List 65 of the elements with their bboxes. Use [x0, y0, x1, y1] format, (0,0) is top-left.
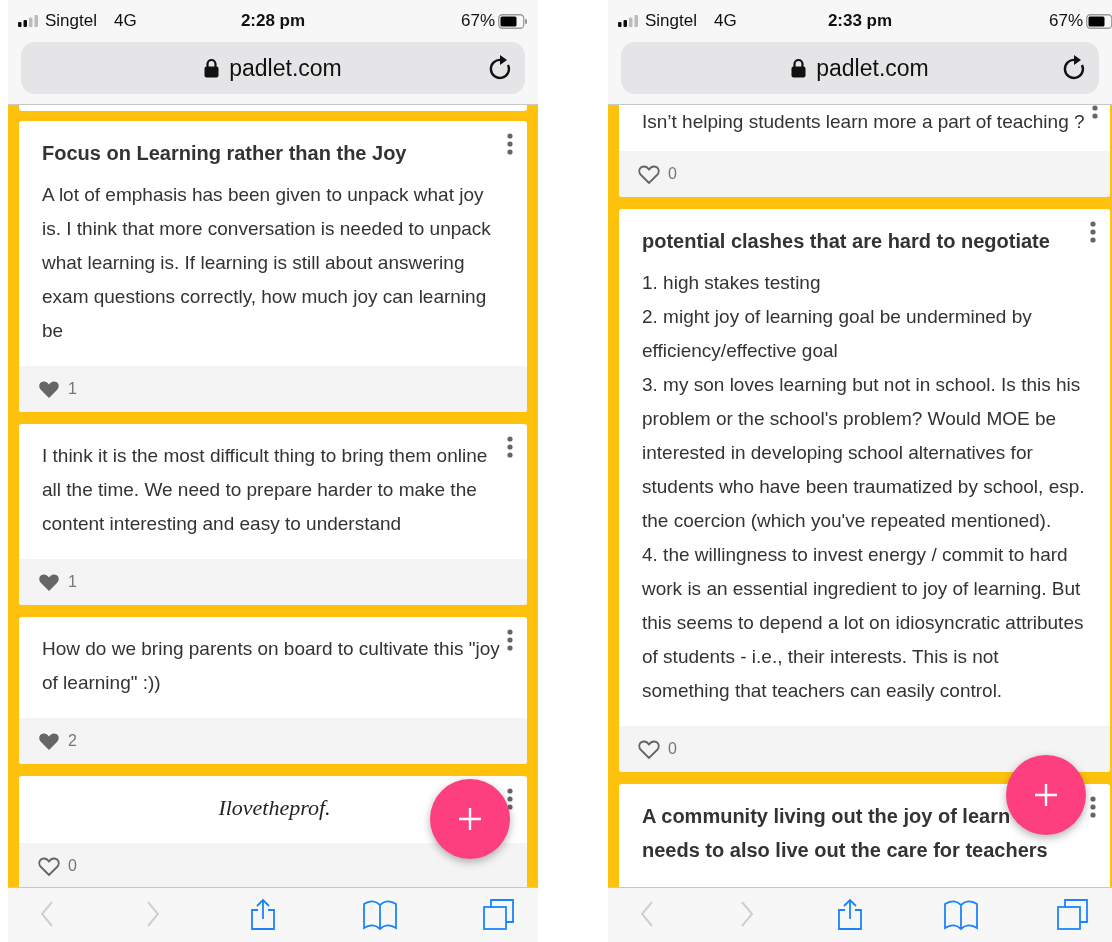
post-text: 3. my son loves learning but not in school. Is this his problem or the school's problem? Would MOE be interested in developing school alternatives for students who have been traumatized by school, esp. the coercion (which you've repeated mentioned).	[642, 373, 1086, 533]
share-button[interactable]	[248, 898, 278, 932]
post-text: A lot of emphasis has been given to unpack what joy is. I think that more conversation is needed to unpack what learning is. If learning is still about answering exam questions correctly, how much joy can learning be	[42, 183, 492, 343]
post-title: A community living out the joy of learn	[642, 804, 1011, 829]
heart-icon[interactable]	[38, 730, 60, 752]
address-bar[interactable]: padlet.com	[21, 42, 525, 94]
carrier-name: Singtel	[45, 11, 97, 31]
like-count: 0	[668, 740, 677, 758]
more-options-icon[interactable]	[507, 788, 513, 810]
post-text: 2. might joy of learning goal be undermined by efficiency/effective goal	[642, 305, 1033, 363]
clock-time: 2:28 pm	[240, 11, 306, 31]
like-count: 1	[68, 380, 77, 398]
more-options-icon[interactable]	[507, 436, 513, 458]
url-text: padlet.com	[229, 54, 342, 82]
lock-icon	[204, 58, 220, 78]
share-icon	[248, 898, 278, 932]
like-count: 0	[68, 857, 77, 875]
address-bar[interactable]: padlet.com	[621, 42, 1099, 94]
post-text: I think it is the most difficult thing to bring them online all the time. We need to prepare harder to make the content interesting and easy to understand	[42, 444, 489, 536]
network-type: 4G	[114, 11, 137, 31]
post-text: How do we bring parents on board to cultivate this "joy of learning" :))	[42, 637, 501, 695]
post-text: 1. high stakes testing	[642, 271, 822, 295]
plus-icon	[1035, 784, 1057, 806]
tabs-button[interactable]	[482, 898, 516, 932]
more-options-icon[interactable]	[507, 629, 513, 651]
tabs-button[interactable]	[1056, 898, 1090, 932]
open-book-icon	[362, 898, 398, 932]
battery-percent: 67%	[460, 11, 495, 31]
plus-icon	[459, 808, 481, 830]
battery-icon	[1086, 13, 1112, 29]
open-book-icon	[942, 898, 979, 932]
share-button[interactable]	[835, 898, 865, 932]
reload-icon[interactable]	[1063, 55, 1087, 81]
tabs-icon	[1056, 898, 1090, 932]
lock-icon	[791, 58, 807, 78]
post-title: needs to also live out the care for teachers	[642, 838, 1048, 863]
reload-icon[interactable]	[489, 55, 513, 81]
like-count: 1	[68, 573, 77, 591]
heart-outline-icon[interactable]	[638, 738, 660, 760]
more-options-icon[interactable]	[1090, 796, 1096, 818]
open-book-button[interactable]	[362, 898, 398, 932]
signal-icon	[18, 15, 40, 27]
network-type: 4G	[714, 11, 737, 31]
post-title: Focus on Learning rather than the Joy	[42, 141, 407, 166]
heart-outline-icon[interactable]	[638, 163, 660, 185]
math-formula: Ilovetheprof.	[218, 794, 331, 822]
more-options-icon[interactable]	[1090, 221, 1096, 243]
share-icon	[835, 898, 865, 932]
carrier-name: Singtel	[645, 11, 697, 31]
post-text: 4. the willingness to invest energy / commit to hard work is an essential ingredient to joy of learning. But this seems to depend a lot on idiosyncratic attributes of students - i.e., their interests. This is not something that teachers can easily control.	[642, 543, 1085, 703]
heart-outline-icon[interactable]	[38, 855, 60, 877]
battery-percent: 67%	[1048, 11, 1083, 31]
url-text: padlet.com	[816, 54, 929, 82]
tabs-icon	[482, 898, 516, 932]
heart-icon[interactable]	[38, 571, 60, 593]
like-count: 2	[68, 732, 77, 750]
post-title: potential clashes that are hard to negotiate	[642, 229, 1050, 254]
battery-icon	[498, 13, 528, 29]
like-count: 0	[668, 165, 677, 183]
clock-time: 2:33 pm	[827, 11, 893, 31]
post-text: Isn’t helping students learn more a part of teaching ?	[642, 110, 1086, 134]
heart-icon[interactable]	[38, 378, 60, 400]
open-book-button[interactable]	[942, 898, 979, 932]
more-options-icon[interactable]	[507, 133, 513, 155]
signal-icon	[618, 15, 640, 27]
